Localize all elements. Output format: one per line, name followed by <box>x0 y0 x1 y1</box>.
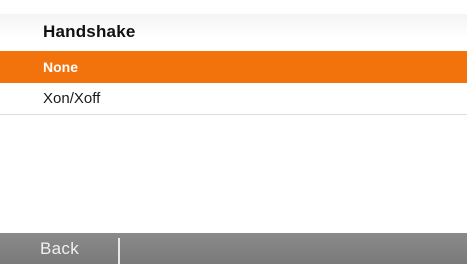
list-item-label: None <box>43 59 78 75</box>
list-item-label: Xon/Xoff <box>43 90 101 107</box>
softkey-bar: Back <box>0 233 467 264</box>
handshake-screen: Handshake None Xon/Xoff Back <box>0 0 467 264</box>
list-item-none[interactable]: None <box>0 51 467 83</box>
back-button[interactable]: Back <box>0 233 118 264</box>
title-bar: Handshake <box>0 14 467 50</box>
back-button-label: Back <box>40 239 79 258</box>
list-item-xon-xoff[interactable]: Xon/Xoff <box>0 83 467 115</box>
page-title: Handshake <box>43 22 136 41</box>
handshake-option-list: None Xon/Xoff <box>0 51 467 115</box>
softkey-divider <box>118 238 120 264</box>
